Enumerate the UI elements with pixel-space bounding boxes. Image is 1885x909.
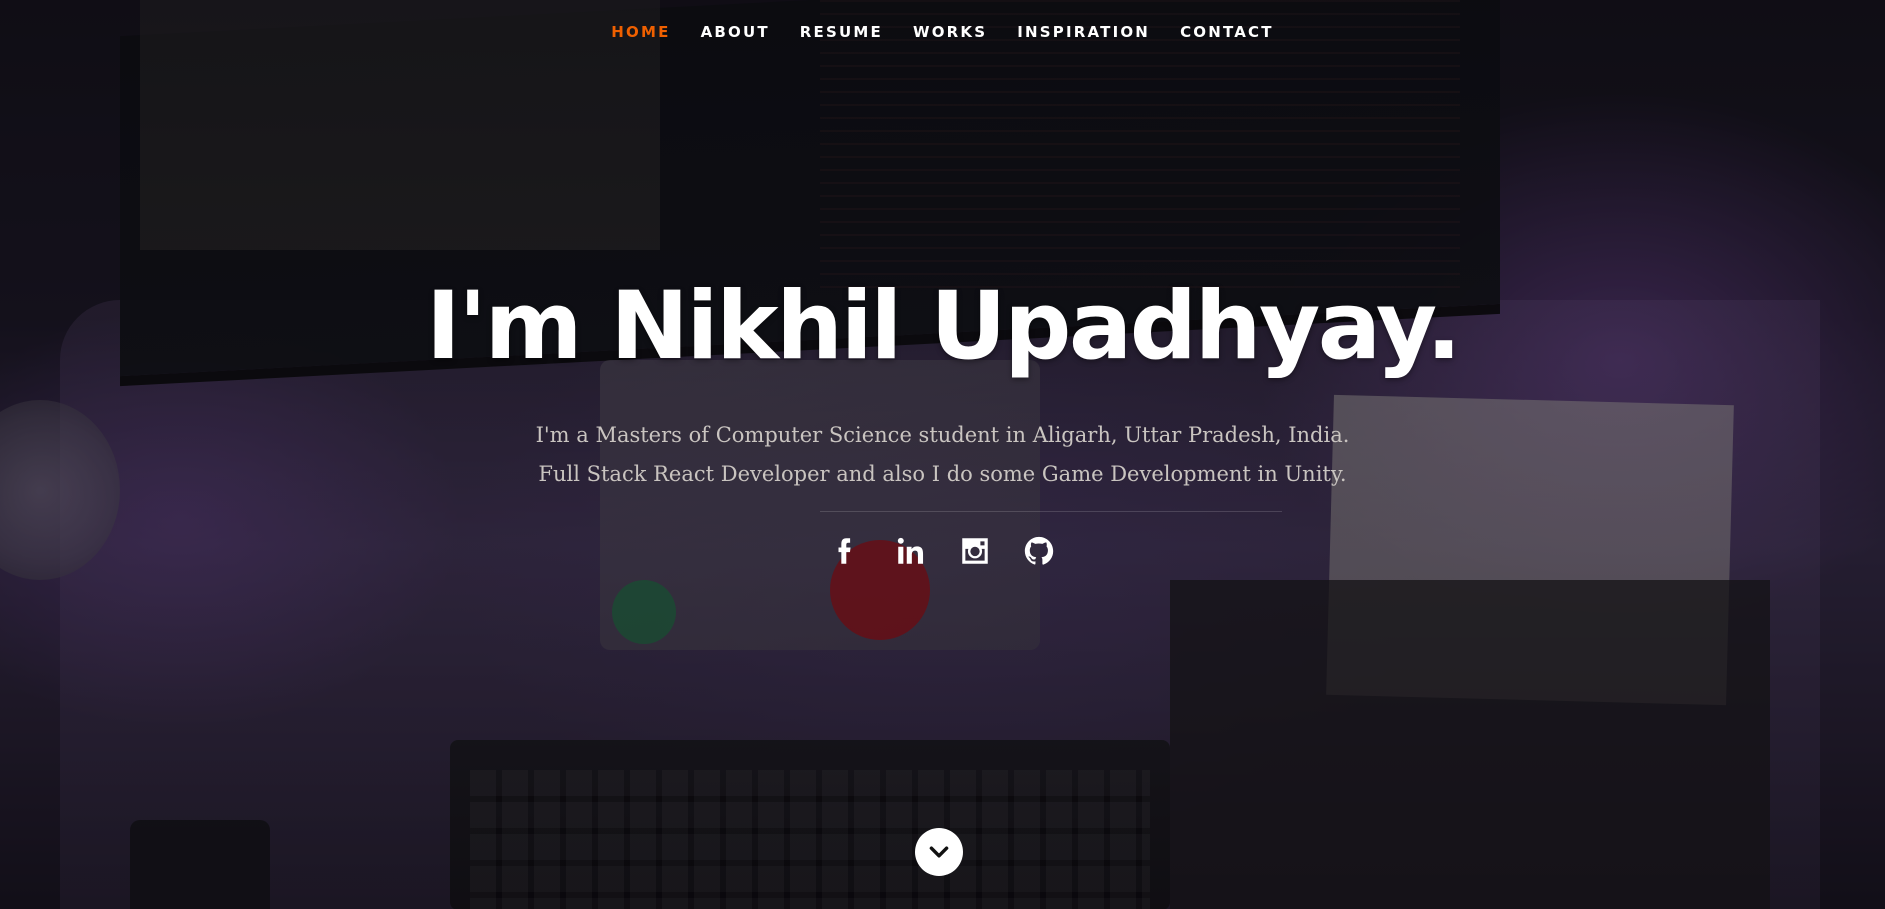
banner-line-2: Full Stack React Developer and also I do…	[538, 462, 1347, 486]
linkedin-icon[interactable]	[892, 532, 930, 570]
main-nav: Home About Resume Works Inspiration Cont…	[0, 0, 1885, 64]
nav-item-inspiration[interactable]: Inspiration	[1017, 23, 1150, 41]
nav-item-home[interactable]: Home	[611, 23, 670, 41]
chevron-down-icon	[929, 846, 949, 858]
nav-list: Home About Resume Works Inspiration Cont…	[611, 23, 1273, 42]
social-links	[0, 532, 1885, 570]
page-title: I'm Nikhil Upadhyay.	[425, 272, 1462, 381]
nav-item-contact[interactable]: Contact	[1180, 23, 1274, 41]
scroll-down-button[interactable]	[915, 828, 963, 876]
hero-section: Home About Resume Works Inspiration Cont…	[0, 0, 1885, 909]
nav-item-about[interactable]: About	[701, 23, 770, 41]
banner-line-1: I'm a Masters of Computer Science studen…	[535, 423, 1350, 447]
banner-divider	[820, 511, 1282, 512]
banner-description: I'm a Masters of Computer Science studen…	[0, 416, 1885, 494]
facebook-icon[interactable]	[828, 532, 866, 570]
nav-item-works[interactable]: Works	[913, 23, 987, 41]
nav-item-resume[interactable]: Resume	[800, 23, 883, 41]
github-icon[interactable]	[1020, 532, 1058, 570]
instagram-icon[interactable]	[956, 532, 994, 570]
